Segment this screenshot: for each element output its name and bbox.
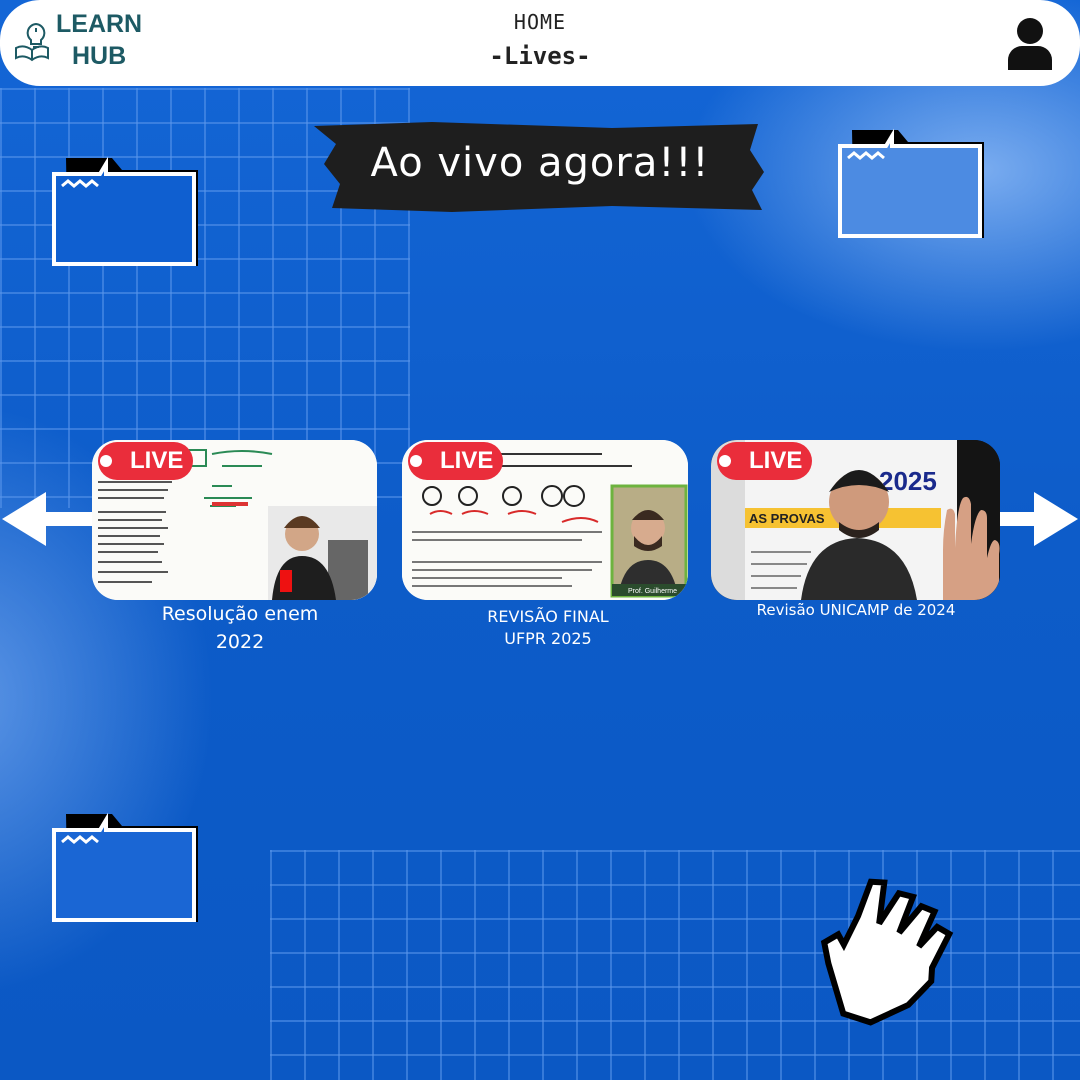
nav: HOME -Lives-: [440, 10, 640, 70]
live-dot-icon: [719, 455, 731, 467]
logo-line-1: LEARN: [56, 10, 143, 38]
nav-home-link[interactable]: HOME: [440, 10, 640, 34]
nav-current-page[interactable]: -Lives-: [440, 42, 640, 70]
user-icon[interactable]: [1006, 16, 1054, 72]
card-title-line-1: Resolução enem: [161, 603, 319, 625]
live-badge: LIVE: [408, 442, 504, 480]
card-title-line-2: UFPR 2025: [504, 629, 592, 648]
arrow-left-icon[interactable]: [0, 490, 96, 548]
card-title-line-2: 2022: [215, 631, 265, 653]
live-dot-icon: [410, 455, 422, 467]
thumb-overlay-2: 2025: [879, 466, 937, 496]
live-card-2[interactable]: Prof. Guilherme LIVE: [402, 440, 688, 600]
thumb-overlay-1: AS PROVAS: [749, 511, 825, 526]
hand-pointer-icon: [820, 878, 954, 1026]
folder-icon[interactable]: [836, 124, 992, 242]
live-card-3[interactable]: AS PROVAS 2025 LIVE: [711, 440, 1000, 600]
banner-text: Ao vivo agora!!!: [370, 140, 710, 186]
live-card-2-title[interactable]: REVISÃO FINAL UFPR 2025: [430, 606, 666, 650]
top-nav-bar: LEARN HUB HOME -Lives-: [0, 0, 1080, 86]
card-title-line-1: Revisão UNICAMP de 2024: [756, 601, 956, 619]
live-badge-label: LIVE: [130, 447, 184, 474]
live-card-3-title[interactable]: Revisão UNICAMP de 2024: [724, 600, 988, 620]
folder-icon[interactable]: [50, 152, 206, 270]
live-card-1-title[interactable]: Resolução enem 2022: [120, 600, 360, 656]
logo[interactable]: LEARN HUB: [14, 8, 142, 72]
live-badge: LIVE: [717, 442, 813, 480]
live-now-banner: Ao vivo agora!!!: [312, 120, 768, 216]
live-card-1[interactable]: LIVE: [92, 440, 377, 600]
logo-line-2: HUB: [71, 42, 127, 70]
live-badge-label: LIVE: [440, 447, 494, 474]
live-badge-label: LIVE: [749, 447, 803, 474]
thumb-name-tag: Prof. Guilherme: [628, 588, 677, 595]
book-lightbulb-icon: [15, 22, 49, 62]
folder-icon[interactable]: [50, 808, 206, 926]
card-title-line-1: REVISÃO FINAL: [487, 607, 609, 626]
live-badge: LIVE: [98, 442, 194, 480]
logo-text: LEARN HUB: [56, 8, 142, 72]
live-dot-icon: [100, 455, 112, 467]
